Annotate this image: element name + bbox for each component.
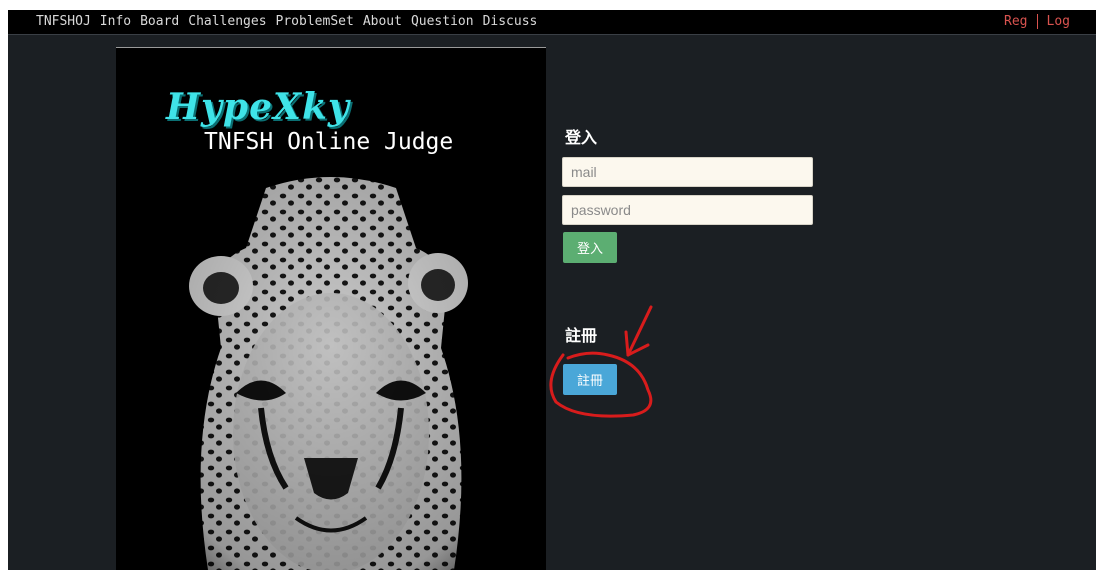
nav-item-info[interactable]: Info <box>100 14 131 29</box>
nav-item-about[interactable]: About <box>363 14 402 29</box>
poster-subtitle: TNFSH Online Judge <box>204 129 454 155</box>
nav-divider <box>1036 14 1038 29</box>
nav-auth-links: Reg Log <box>1004 14 1070 29</box>
nav-register-link[interactable]: Reg <box>1004 14 1027 29</box>
login-heading: 登入 <box>565 128 598 147</box>
poster-logo: HypeXky <box>166 86 350 128</box>
nav-item-board[interactable]: Board <box>140 14 179 29</box>
annotation-arrow-shaft <box>626 305 653 357</box>
annotation-arrow-head <box>624 330 650 357</box>
nav-brand[interactable]: TNFSHOJ <box>36 14 91 29</box>
nav-login-link[interactable]: Log <box>1047 14 1070 29</box>
login-button[interactable]: 登入 <box>563 232 618 263</box>
password-input[interactable] <box>562 195 813 225</box>
top-navbar: TNFSHOJ Info Board Challenges ProblemSet… <box>8 10 1096 35</box>
nav-links: TNFSHOJ Info Board Challenges ProblemSet… <box>36 14 546 29</box>
nav-item-question[interactable]: Question <box>411 14 474 29</box>
nav-item-challenges[interactable]: Challenges <box>188 14 266 29</box>
register-button[interactable]: 註冊 <box>563 364 618 395</box>
poster-image: HypeXky TNFSH Online Judge <box>116 47 546 570</box>
nav-item-problemset[interactable]: ProblemSet <box>276 14 354 29</box>
register-heading: 註冊 <box>565 326 598 345</box>
app-window: TNFSHOJ Info Board Challenges ProblemSet… <box>8 10 1096 570</box>
mail-input[interactable] <box>562 157 813 187</box>
nav-item-discuss[interactable]: Discuss <box>483 14 538 29</box>
